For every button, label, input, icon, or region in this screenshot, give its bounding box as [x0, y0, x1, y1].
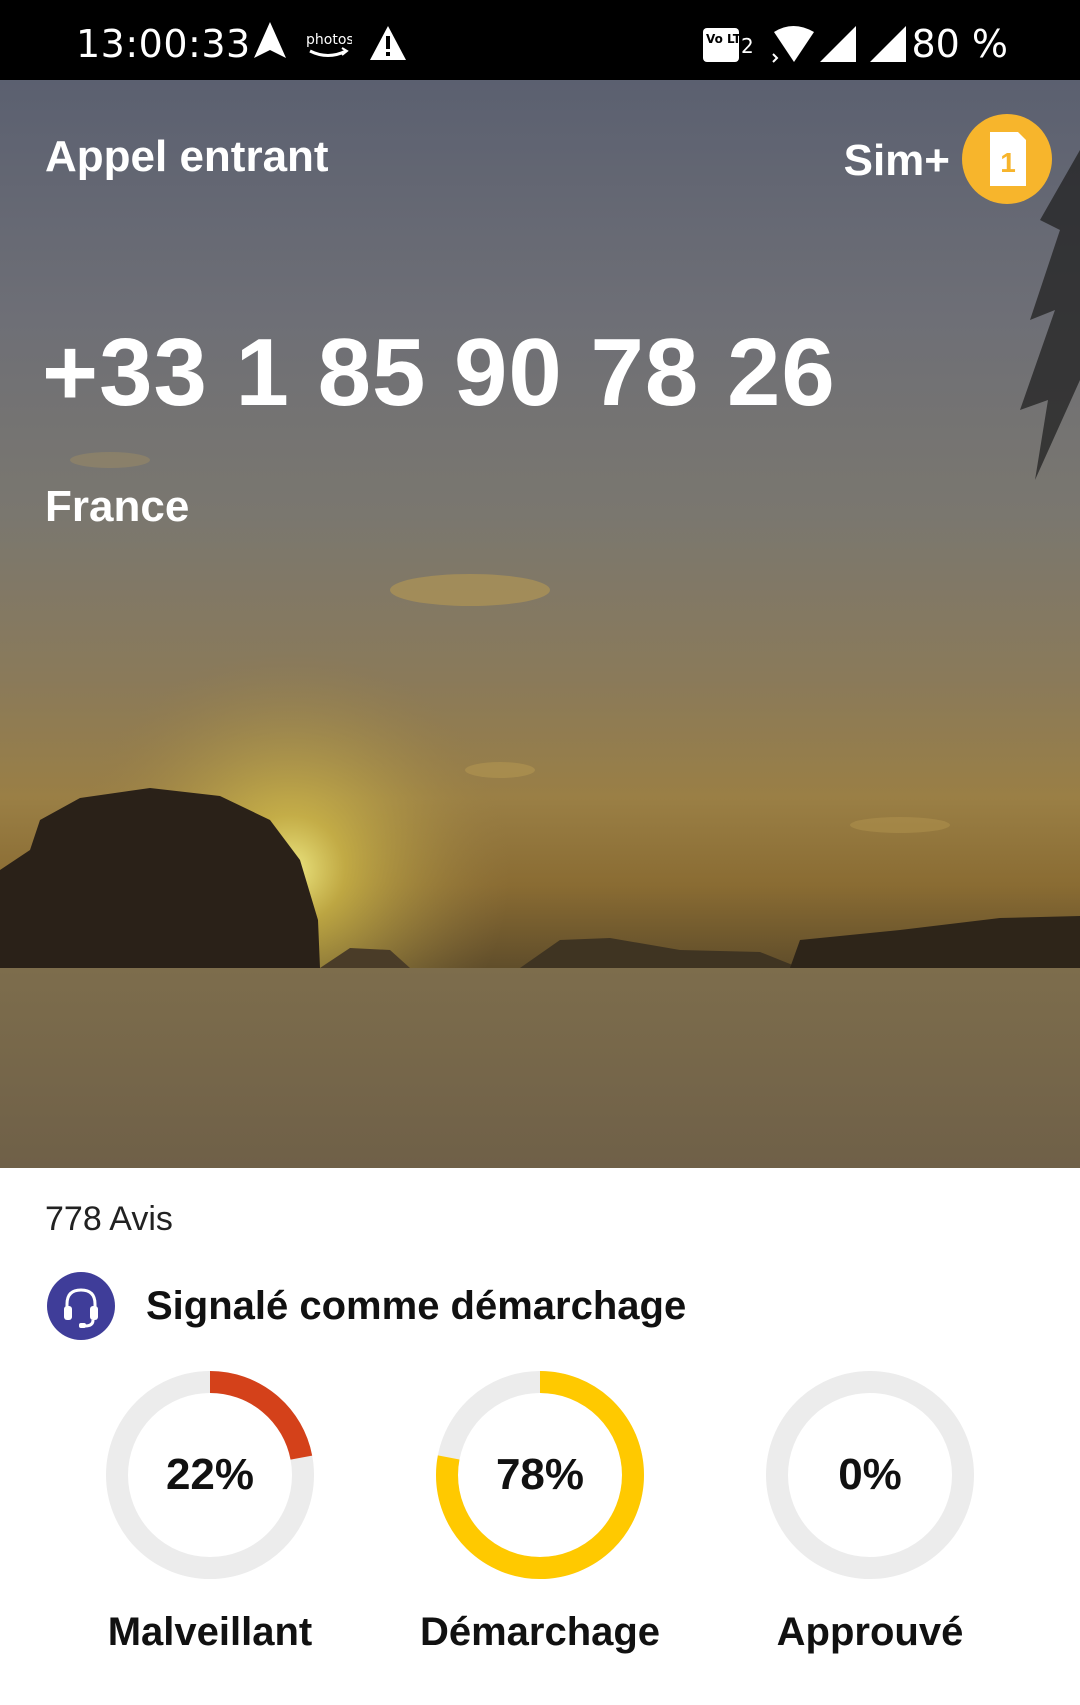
stat-percent: 78% [495, 1450, 585, 1499]
sim-badge: 1 [962, 114, 1052, 204]
stat-label: Malveillant [107, 1610, 313, 1654]
sunset-background-image [0, 80, 1080, 1168]
volte-sim-number: 2 [741, 34, 754, 58]
headset-icon [47, 1272, 115, 1340]
sim-label: Sim+ [843, 136, 950, 185]
stat-ring-malveillant: 22% [105, 1370, 315, 1580]
battery-level: 80 % [911, 22, 1008, 66]
amazon-photos-text: photos [306, 32, 352, 48]
status-bar: 13:00:33 photos Vo LTE 2 80 % [0, 0, 1080, 80]
sim-card-icon: 1 [990, 132, 1026, 186]
wifi-icon [770, 26, 816, 71]
caller-phone-number: +33 1 85 90 78 26 [42, 319, 836, 426]
call-status: Appel entrant [45, 132, 329, 181]
status-time: 13:00:33 [76, 22, 251, 66]
stat-label: Démarchage [419, 1610, 661, 1654]
caller-country: France [45, 482, 190, 531]
stat-label: Approuvé [776, 1610, 964, 1654]
report-category: Signalé comme démarchage [146, 1284, 687, 1328]
amazon-photos-icon: photos [304, 30, 354, 67]
review-count: 778 Avis [45, 1200, 173, 1238]
signal-icon [818, 24, 858, 69]
stat-percent: 22% [165, 1450, 255, 1499]
sim-number: 1 [1000, 147, 1016, 178]
volte-2-icon: Vo LTE 2 [702, 26, 754, 69]
caller-background: Appel entrant Sim+ 1 +33 1 85 90 78 26 F… [0, 80, 1080, 1168]
navigation-arrow-icon [252, 20, 288, 65]
stat-percent: 0% [838, 1450, 902, 1499]
stat-ring-demarchage: 78% [435, 1370, 645, 1580]
stat-ring-approuve: 0% [765, 1370, 975, 1580]
signal-icon [868, 24, 908, 69]
warning-icon [368, 24, 408, 67]
